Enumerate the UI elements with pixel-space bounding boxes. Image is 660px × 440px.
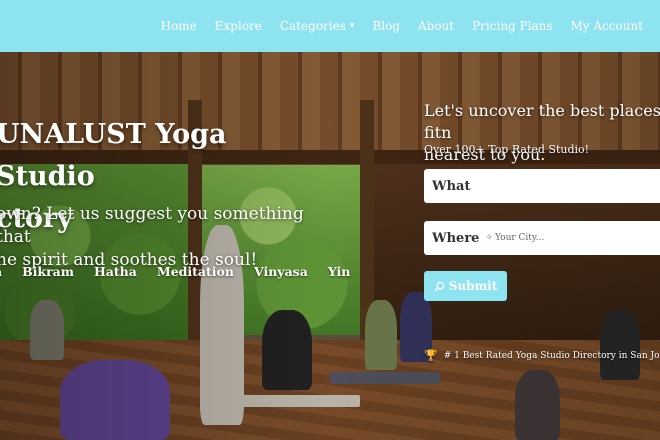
- search-subheading: Over 100+ Top Rated Studio!: [424, 143, 590, 156]
- category-links: a Bikram Hatha Meditation Vinyasa Yin: [0, 264, 350, 279]
- nav-pricing-plans[interactable]: Pricing Plans: [463, 19, 561, 33]
- search-heading: Let's uncover the best places of fitn ne…: [424, 101, 660, 164]
- main-nav: Home Explore Categories ▾ Blog About Pric…: [152, 19, 652, 33]
- category-link-hatha[interactable]: Hatha: [94, 264, 137, 279]
- location-pin-icon: ✧: [485, 233, 493, 243]
- category-link-meditation[interactable]: Meditation: [157, 264, 234, 279]
- category-link-yin[interactable]: Yin: [328, 264, 351, 279]
- where-label: Where: [432, 230, 480, 246]
- hero-subtitle: own? Let us suggest you something that h…: [0, 204, 304, 270]
- nav-my-account[interactable]: My Account: [562, 19, 653, 33]
- nav-about[interactable]: About: [409, 19, 463, 33]
- nav-home[interactable]: Home: [152, 19, 206, 33]
- category-link-bikram[interactable]: Bikram: [22, 264, 74, 279]
- where-placeholder: Your City...: [495, 233, 545, 243]
- nav-explore[interactable]: Explore: [206, 19, 271, 33]
- trophy-icon: 🏆: [424, 349, 438, 362]
- what-input[interactable]: What: [424, 169, 660, 203]
- where-input[interactable]: Where ✧ Your City...: [424, 221, 660, 255]
- submit-button[interactable]: Submit: [424, 271, 507, 301]
- top-navigation-bar: Home Explore Categories ▾ Blog About Pric…: [0, 0, 660, 52]
- chevron-down-icon: ▾: [349, 21, 355, 31]
- nav-categories[interactable]: Categories ▾: [271, 19, 364, 33]
- nav-blog[interactable]: Blog: [363, 19, 409, 33]
- category-link-vinyasa[interactable]: Vinyasa: [254, 264, 308, 279]
- search-icon: [434, 281, 445, 292]
- category-link[interactable]: a: [0, 264, 2, 279]
- best-rated-badge: 🏆 # 1 Best Rated Yoga Studio Directory i…: [424, 349, 660, 362]
- what-label: What: [432, 178, 471, 194]
